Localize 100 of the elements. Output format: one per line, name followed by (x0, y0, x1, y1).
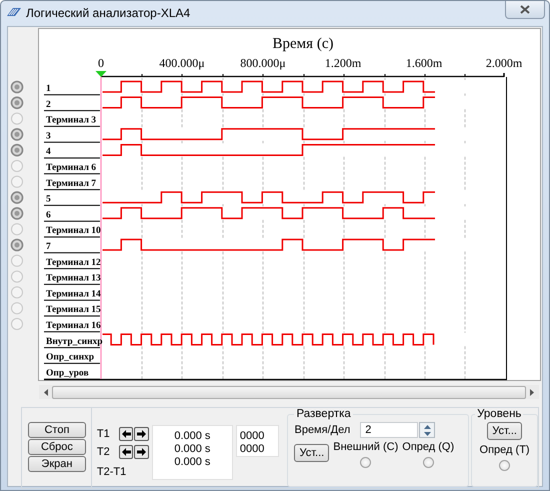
tick-label: 0 (98, 56, 104, 70)
grid-line (424, 78, 426, 80)
radio-button[interactable] (360, 457, 372, 468)
tick-label: 1.600m (406, 56, 442, 70)
option-label: Опред (Т) (480, 444, 530, 456)
move-right-button[interactable] (134, 445, 149, 459)
channel-label: 6 (46, 210, 51, 220)
grid-line (262, 108, 264, 128)
arrow-left-icon (122, 448, 131, 456)
grid-line (464, 140, 466, 144)
channel-label: Терминал 7 (46, 178, 96, 189)
grid-line (262, 93, 264, 96)
grid-line (222, 108, 224, 128)
difference-label: T2-T1 (96, 466, 128, 478)
grid-line (222, 156, 224, 192)
channel-label: Внутр_синхр (46, 336, 103, 347)
move-left-button[interactable] (118, 445, 134, 459)
grid-line (464, 78, 466, 80)
channel-label: Терминал 13 (46, 274, 101, 284)
grid-line (222, 219, 224, 238)
grid-line (262, 156, 264, 192)
spin-up-icon (424, 424, 431, 428)
app-icon (7, 8, 21, 18)
close-icon (520, 5, 530, 14)
cursor-label: T2 (96, 446, 111, 458)
grid-line (464, 346, 466, 380)
grid-line (222, 346, 224, 380)
option-label: Внешний (С) (333, 441, 398, 453)
grid-line (464, 93, 466, 96)
time-per-div-field[interactable]: 2 (360, 422, 418, 438)
grid-line (464, 204, 466, 207)
arrow-right-icon (137, 430, 146, 438)
radio-button[interactable] (499, 460, 510, 471)
channel-label: Терминал 6 (46, 163, 96, 173)
cursor-label: T1 (96, 428, 111, 440)
channel-label: Терминал 10 (46, 226, 101, 236)
grid-line (384, 93, 386, 96)
axis-title: Время (с) (272, 36, 334, 52)
radio-button[interactable] (422, 457, 434, 468)
grid-line (222, 78, 224, 80)
grid-line (262, 219, 264, 238)
grid-line (424, 204, 426, 207)
grid-line (424, 140, 426, 144)
spinner[interactable] (419, 422, 436, 438)
action-button[interactable]: Экран (28, 456, 86, 472)
cursor-handle[interactable] (96, 71, 106, 77)
tick-label: 400.000μ (159, 56, 205, 70)
grid-line (262, 204, 264, 207)
grid-line (424, 93, 426, 96)
channel-label: Терминал 14 (46, 289, 101, 300)
channel-label: Терминал 16 (46, 321, 101, 331)
grid-line (384, 346, 386, 380)
grid-line (384, 78, 386, 80)
code-value: 0000 (240, 430, 266, 443)
channel-label: Терминал 12 (46, 258, 101, 268)
arrow-left-icon (122, 430, 131, 438)
channel-label: 1 (46, 84, 51, 94)
scroll-right-icon[interactable] (530, 388, 534, 396)
tick-label: 1.200m (324, 56, 362, 70)
channel-label: Опр_уров (46, 368, 89, 378)
grid-line (424, 219, 426, 238)
set-button[interactable]: Уст... (487, 422, 522, 440)
option-label: Опред (Q) (402, 441, 454, 453)
move-right-button[interactable] (134, 427, 149, 441)
scroll-left-icon[interactable] (44, 388, 48, 396)
set-button[interactable]: Уст... (294, 444, 330, 462)
grid-line (384, 204, 386, 207)
grid-line (222, 204, 224, 207)
grid-line (222, 140, 224, 144)
tick-label: 800.000μ (240, 56, 286, 70)
grid-line (384, 219, 386, 238)
action-button[interactable]: Стоп (28, 422, 86, 438)
group-title: Уровень (476, 408, 522, 420)
move-left-button[interactable] (118, 427, 134, 441)
channel-label: 3 (46, 131, 51, 142)
grid-line (424, 108, 426, 128)
time-value: 0.000 s (174, 443, 210, 456)
grid-line (464, 219, 466, 238)
grid-line (384, 156, 386, 192)
grid-line (384, 108, 386, 128)
channel-label: 2 (46, 100, 51, 110)
tick-label: 2.000m (486, 56, 522, 70)
field-label: Время/Дел (294, 424, 350, 436)
channel-label: Терминал 3 (46, 116, 96, 126)
grid-line (262, 140, 264, 144)
spin-down-icon (424, 432, 431, 436)
group-title: Развертка (295, 408, 352, 420)
time-value: 0.000 s (174, 430, 210, 443)
window-title: Логический анализатор-XLA4 (26, 6, 192, 20)
channel-label: 7 (46, 242, 51, 252)
channel-label: Опр_синхр (46, 352, 94, 363)
grid-line (464, 156, 466, 192)
channel-label: 5 (46, 194, 51, 205)
grid-line (222, 93, 224, 96)
grid-line (262, 346, 264, 380)
grid-line (424, 346, 426, 380)
grid-line (384, 140, 386, 144)
channel-label: Терминал 15 (46, 305, 101, 316)
action-button[interactable]: Сброс (28, 439, 86, 455)
close-button[interactable] (505, 1, 545, 19)
